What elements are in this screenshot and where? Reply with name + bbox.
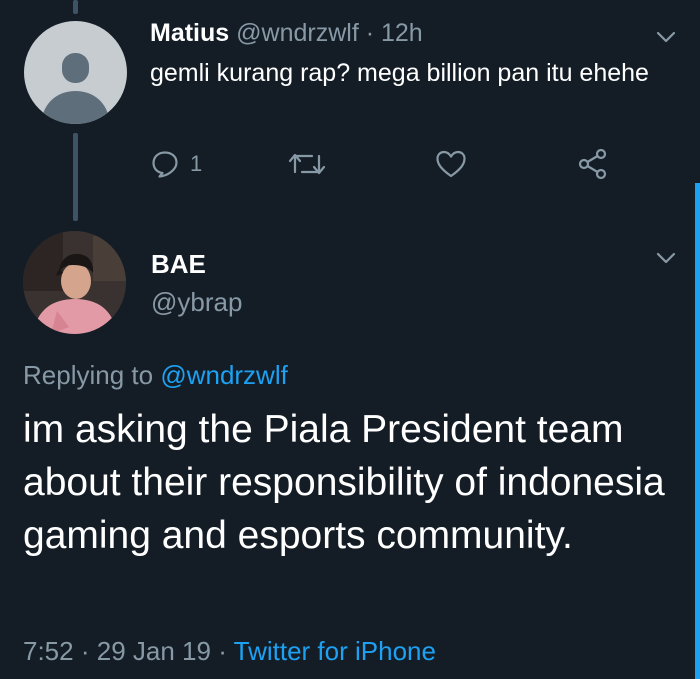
default-avatar[interactable] <box>24 21 127 124</box>
author-name[interactable]: Matius <box>150 19 229 47</box>
tweet-text: im asking the Piala President team about… <box>23 408 665 557</box>
tweet-time: 7:52 <box>23 636 74 666</box>
avatar-image <box>23 231 126 334</box>
author-handle[interactable]: @wndrzwlf <box>236 19 359 47</box>
tweet-footer: 7:52 · 29 Jan 19 · Twitter for iPhone <box>23 633 436 669</box>
reply-icon <box>152 151 178 178</box>
footer-separator: · <box>80 636 90 666</box>
retweet-icon <box>288 153 326 175</box>
mention-link[interactable]: @wndrzwlf <box>160 360 288 390</box>
share-icon <box>578 148 607 180</box>
heart-icon <box>436 150 466 178</box>
replying-prefix: Replying to <box>23 360 154 390</box>
scrollbar[interactable] <box>695 183 700 679</box>
meta-separator: · <box>365 19 375 47</box>
default-user-icon <box>41 53 110 124</box>
author-name[interactable]: BAE <box>151 247 206 281</box>
replying-to: Replying to @wndrzwlf <box>23 357 288 393</box>
author-avatar[interactable] <box>23 231 126 334</box>
reply-count: 1 <box>190 151 203 176</box>
reply-button[interactable]: 1 <box>150 146 202 182</box>
source-link[interactable]: Twitter for iPhone <box>234 636 436 666</box>
thread-line-top <box>73 0 78 14</box>
tweet-time[interactable]: 12h <box>381 19 423 47</box>
chevron-down-icon[interactable] <box>654 28 678 46</box>
like-button[interactable] <box>435 146 467 182</box>
retweet-button[interactable] <box>287 146 327 182</box>
tweet-date: 29 Jan 19 <box>96 636 211 666</box>
tweet-text: gemli kurang rap? mega billion pan itu e… <box>150 59 649 87</box>
author-handle[interactable]: @ybrap <box>151 285 242 319</box>
chevron-down-icon[interactable] <box>654 249 678 267</box>
thread-line <box>73 133 78 221</box>
tweet-header: Matius @wndrzwlf · 12h <box>150 14 423 52</box>
footer-separator: · <box>218 636 227 666</box>
share-button[interactable] <box>577 146 609 182</box>
